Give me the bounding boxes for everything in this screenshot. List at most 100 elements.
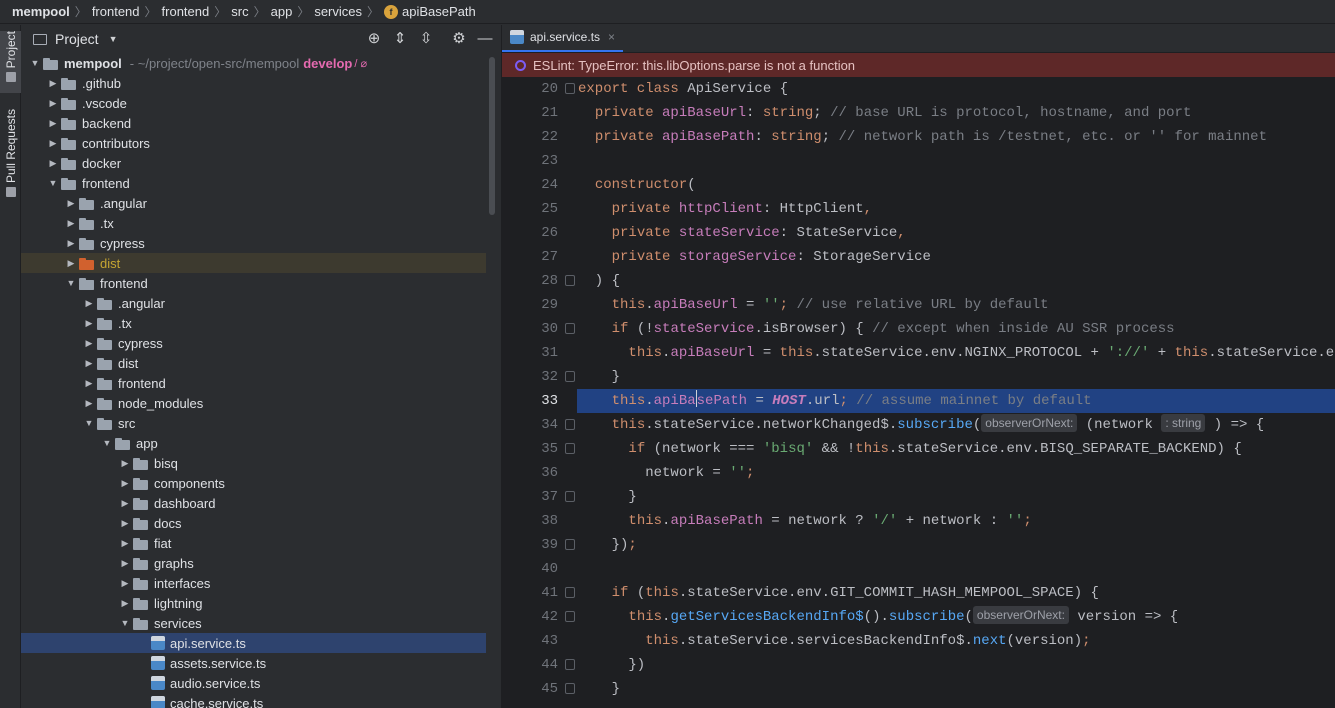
fold-toggle-icon[interactable] xyxy=(565,587,575,598)
tree-item[interactable]: ▶ .vscode xyxy=(21,93,486,113)
tree-item[interactable]: ▶ graphs xyxy=(21,553,486,573)
fold-toggle-icon[interactable] xyxy=(565,371,575,382)
chevron-right-icon[interactable]: ▶ xyxy=(117,538,133,549)
chevron-right-icon[interactable]: ▶ xyxy=(63,218,79,229)
code-line[interactable]: 30 if (!stateService.isBrowser) { // exc… xyxy=(502,317,1335,341)
code-line[interactable]: 29 this.apiBaseUrl = ''; // use relative… xyxy=(502,293,1335,317)
code-line[interactable]: 45 } xyxy=(502,677,1335,701)
chevron-right-icon[interactable]: ▶ xyxy=(117,578,133,589)
tree-item[interactable]: ▶ node_modules xyxy=(21,393,486,413)
fold-toggle-icon[interactable] xyxy=(565,275,575,286)
fold-toggle-icon[interactable] xyxy=(565,443,575,454)
code-line[interactable]: 25 private httpClient: HttpClient, xyxy=(502,197,1335,221)
chevron-right-icon[interactable]: ▶ xyxy=(45,158,61,169)
minimize-icon[interactable]: — xyxy=(477,31,493,47)
fold-toggle-icon[interactable] xyxy=(565,419,575,430)
pull-requests-tool-button[interactable]: Pull Requests xyxy=(0,109,21,201)
tree-item[interactable]: ▼ frontend xyxy=(21,173,486,193)
chevron-right-icon[interactable]: ▶ xyxy=(45,118,61,129)
tree-item[interactable]: audio.service.ts xyxy=(21,673,486,693)
code-editor[interactable]: 20 export class ApiService {21 private ap… xyxy=(502,77,1335,701)
tree-item[interactable]: ▶ dashboard xyxy=(21,493,486,513)
chevron-down-icon[interactable]: ▼ xyxy=(63,278,79,288)
fold-toggle-icon[interactable] xyxy=(565,539,575,550)
chevron-right-icon[interactable]: ▶ xyxy=(63,258,79,269)
tree-item[interactable]: ▶ components xyxy=(21,473,486,493)
chevron-right-icon[interactable]: ▶ xyxy=(45,78,61,89)
chevron-down-icon[interactable]: ▼ xyxy=(109,34,118,44)
tree-item[interactable]: ▼ services xyxy=(21,613,486,633)
chevron-down-icon[interactable]: ▼ xyxy=(117,618,133,628)
chevron-right-icon[interactable]: ▶ xyxy=(117,598,133,609)
breadcrumb-item-frontend[interactable]: frontend xyxy=(92,4,140,19)
code-line[interactable]: 31 this.apiBaseUrl = this.stateService.e… xyxy=(502,341,1335,365)
chevron-right-icon[interactable]: ▶ xyxy=(81,378,97,389)
code-line[interactable]: 22 private apiBasePath: string; // netwo… xyxy=(502,125,1335,149)
chevron-right-icon[interactable]: ▶ xyxy=(81,358,97,369)
tree-item[interactable]: ▶ backend xyxy=(21,113,486,133)
breadcrumb-item-services[interactable]: services xyxy=(314,4,362,19)
tree-item[interactable]: ▶ .angular xyxy=(21,293,486,313)
chevron-right-icon[interactable]: ▶ xyxy=(45,98,61,109)
tree-item[interactable]: api.service.ts xyxy=(21,633,486,653)
fold-toggle-icon[interactable] xyxy=(565,83,575,94)
tree-item[interactable]: ▼ frontend xyxy=(21,273,486,293)
fold-toggle-icon[interactable] xyxy=(565,683,575,694)
chevron-down-icon[interactable]: ▼ xyxy=(81,418,97,428)
tree-item[interactable]: ▼ app xyxy=(21,433,486,453)
tree-item[interactable]: ▶ .github xyxy=(21,73,486,93)
code-line[interactable]: 20 export class ApiService { xyxy=(502,77,1335,101)
breadcrumb-item-app[interactable]: app xyxy=(271,4,293,19)
tree-item[interactable]: cache.service.ts xyxy=(21,693,486,708)
chevron-down-icon[interactable]: ▼ xyxy=(27,58,43,68)
tree-item[interactable]: ▶ docs xyxy=(21,513,486,533)
project-tool-button[interactable]: Project xyxy=(0,31,21,93)
chevron-right-icon[interactable]: ▶ xyxy=(81,318,97,329)
tree-item[interactable]: ▶ interfaces xyxy=(21,573,486,593)
code-line[interactable]: 36 network = ''; xyxy=(502,461,1335,485)
breadcrumb-item-src[interactable]: src xyxy=(231,4,248,19)
tree-item[interactable]: ▶ docker xyxy=(21,153,486,173)
close-icon[interactable]: × xyxy=(608,30,615,44)
fold-toggle-icon[interactable] xyxy=(565,323,575,334)
tree-item[interactable]: ▶ cypress xyxy=(21,233,486,253)
code-line[interactable]: 44 }) xyxy=(502,653,1335,677)
tab-api-service[interactable]: api.service.ts × xyxy=(502,24,624,52)
tree-item[interactable]: ▼ src xyxy=(21,413,486,433)
code-line[interactable]: 27 private storageService: StorageServic… xyxy=(502,245,1335,269)
tree-item[interactable]: ▶ .tx xyxy=(21,213,486,233)
chevron-right-icon[interactable]: ▶ xyxy=(117,478,133,489)
collapse-all-icon[interactable]: ⇳ xyxy=(418,31,434,47)
chevron-right-icon[interactable]: ▶ xyxy=(117,458,133,469)
tree-item[interactable]: assets.service.ts xyxy=(21,653,486,673)
code-line[interactable]: 35 if (network === 'bisq' && !this.state… xyxy=(502,437,1335,461)
chevron-right-icon[interactable]: ▶ xyxy=(63,198,79,209)
code-line[interactable]: 38 this.apiBasePath = network ? '/' + ne… xyxy=(502,509,1335,533)
code-line[interactable]: 24 constructor( xyxy=(502,173,1335,197)
code-line[interactable]: 26 private stateService: StateService, xyxy=(502,221,1335,245)
breadcrumb-item-frontend-inner[interactable]: frontend xyxy=(162,4,210,19)
tree-item[interactable]: ▶ dist xyxy=(21,353,486,373)
tree-item[interactable]: ▶ .angular xyxy=(21,193,486,213)
breadcrumb-item-mempool[interactable]: mempool xyxy=(12,4,70,19)
code-line[interactable]: 39 }); xyxy=(502,533,1335,557)
tree-item[interactable]: ▶ .tx xyxy=(21,313,486,333)
fold-toggle-icon[interactable] xyxy=(565,611,575,622)
gear-icon[interactable]: ⚙ xyxy=(451,31,467,47)
chevron-right-icon[interactable]: ▶ xyxy=(81,338,97,349)
tree-item[interactable]: ▶ cypress xyxy=(21,333,486,353)
code-line[interactable]: 28 ) { xyxy=(502,269,1335,293)
expand-all-icon[interactable]: ⇕ xyxy=(392,31,408,47)
chevron-right-icon[interactable]: ▶ xyxy=(81,298,97,309)
tree-item[interactable]: ▶ dist xyxy=(21,253,486,273)
tree-item[interactable]: ▶ contributors xyxy=(21,133,486,153)
code-line[interactable]: 21 private apiBaseUrl: string; // base U… xyxy=(502,101,1335,125)
code-line[interactable]: 37 } xyxy=(502,485,1335,509)
tree-item[interactable]: ▶ bisq xyxy=(21,453,486,473)
code-line[interactable]: 32 } xyxy=(502,365,1335,389)
breadcrumb-item-apibasepath[interactable]: apiBasePath xyxy=(402,4,476,19)
project-view-selector[interactable]: Project xyxy=(55,31,99,47)
chevron-right-icon[interactable]: ▶ xyxy=(117,558,133,569)
chevron-right-icon[interactable]: ▶ xyxy=(45,138,61,149)
tree-item[interactable]: ▶ fiat xyxy=(21,533,486,553)
